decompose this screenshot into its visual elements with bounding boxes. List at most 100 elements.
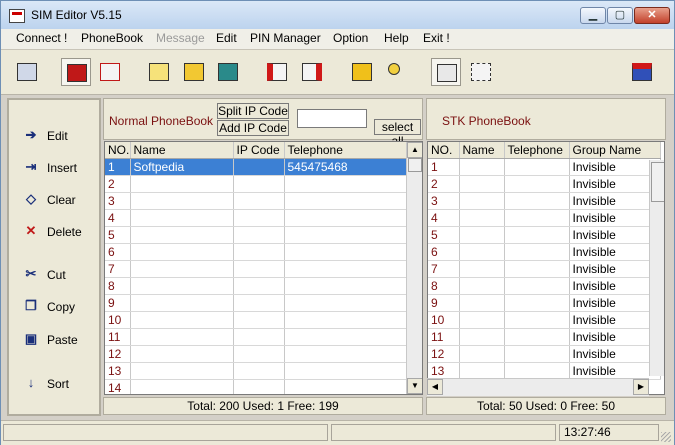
stk-cell[interactable] bbox=[504, 243, 570, 261]
stk-cell[interactable] bbox=[459, 209, 505, 227]
stk-cell[interactable]: 3 bbox=[428, 192, 460, 210]
menu-connect[interactable]: Connect ! bbox=[16, 31, 67, 45]
stk-cell[interactable]: Invisible bbox=[569, 226, 661, 244]
stk-cell[interactable]: 10 bbox=[428, 311, 460, 329]
col-header-no[interactable]: NO. bbox=[105, 142, 131, 159]
scroll-right-button[interactable]: ▶ bbox=[633, 379, 649, 395]
normal-cell[interactable]: 4 bbox=[105, 209, 131, 227]
delete-button[interactable]: ✕ Delete bbox=[23, 220, 95, 242]
normal-vertical-scrollbar[interactable]: ▲ ▼ bbox=[406, 142, 422, 394]
insert-button[interactable]: ⇥ Insert bbox=[23, 156, 95, 178]
stk-row[interactable]: 6 Invisible bbox=[428, 243, 661, 261]
stk-cell[interactable]: 5 bbox=[428, 226, 460, 244]
toolbar-sync-button[interactable] bbox=[466, 58, 496, 86]
stk-row[interactable]: 12 Invisible bbox=[428, 345, 661, 363]
stk-cell[interactable] bbox=[459, 311, 505, 329]
normal-cell[interactable]: 7 bbox=[105, 260, 131, 278]
cut-button[interactable]: ✂ Cut bbox=[23, 263, 95, 285]
stk-cell[interactable]: 12 bbox=[428, 345, 460, 363]
minimize-button[interactable]: ▁ bbox=[580, 7, 606, 24]
stk-cell[interactable]: 6 bbox=[428, 243, 460, 261]
normal-cell[interactable] bbox=[233, 209, 285, 227]
stk-row[interactable]: 4 Invisible bbox=[428, 209, 661, 227]
stk-horizontal-scrollbar[interactable]: ◀ ▶ bbox=[427, 378, 649, 396]
normal-row[interactable]: 3 bbox=[105, 192, 408, 210]
sort-button[interactable]: ↓ Sort bbox=[23, 372, 95, 394]
normal-row[interactable]: 8 bbox=[105, 277, 408, 295]
normal-row[interactable]: 14 bbox=[105, 379, 408, 394]
menu-exit[interactable]: Exit ! bbox=[423, 31, 450, 45]
stk-col-header-group[interactable]: Group Name bbox=[569, 142, 661, 159]
stk-row[interactable]: 8 Invisible bbox=[428, 277, 661, 295]
stk-cell[interactable]: 1 bbox=[428, 158, 460, 176]
normal-cell[interactable] bbox=[130, 362, 234, 380]
normal-cell[interactable] bbox=[130, 226, 234, 244]
stk-row[interactable]: 7 Invisible bbox=[428, 260, 661, 278]
stk-cell[interactable]: Invisible bbox=[569, 209, 661, 227]
select-all-button[interactable]: select all bbox=[374, 119, 421, 148]
menu-help[interactable]: Help bbox=[384, 31, 409, 45]
normal-cell[interactable] bbox=[130, 328, 234, 346]
stk-cell[interactable]: Invisible bbox=[569, 192, 661, 210]
stk-cell[interactable] bbox=[504, 209, 570, 227]
stk-cell[interactable]: 8 bbox=[428, 277, 460, 295]
menu-edit[interactable]: Edit bbox=[216, 31, 237, 45]
normal-cell[interactable] bbox=[130, 294, 234, 312]
normal-row[interactable]: 1 Softpedia 545475468 bbox=[105, 158, 408, 176]
normal-cell[interactable] bbox=[130, 192, 234, 210]
normal-cell[interactable]: 8 bbox=[105, 277, 131, 295]
normal-row[interactable]: 2 bbox=[105, 175, 408, 193]
normal-cell[interactable] bbox=[284, 277, 408, 295]
normal-cell[interactable] bbox=[233, 226, 285, 244]
normal-cell[interactable]: 14 bbox=[105, 379, 131, 394]
toolbar-key-button[interactable] bbox=[383, 58, 413, 86]
normal-cell[interactable] bbox=[233, 328, 285, 346]
stk-vertical-scrollbar[interactable] bbox=[649, 160, 664, 376]
normal-cell[interactable]: 10 bbox=[105, 311, 131, 329]
normal-cell[interactable]: 6 bbox=[105, 243, 131, 261]
stk-cell[interactable] bbox=[504, 175, 570, 193]
normal-cell[interactable] bbox=[284, 294, 408, 312]
normal-cell[interactable]: 545475468 bbox=[284, 158, 408, 176]
stk-cell[interactable] bbox=[459, 277, 505, 295]
normal-cell[interactable] bbox=[130, 277, 234, 295]
stk-cell[interactable] bbox=[459, 175, 505, 193]
stk-cell[interactable] bbox=[504, 277, 570, 295]
scroll-up-button[interactable]: ▲ bbox=[407, 142, 422, 158]
col-header-telephone[interactable]: Telephone bbox=[284, 142, 408, 159]
normal-row[interactable]: 6 bbox=[105, 243, 408, 261]
toolbar-import-button[interactable] bbox=[262, 58, 292, 86]
stk-cell[interactable]: Invisible bbox=[569, 175, 661, 193]
stk-row[interactable]: 2 Invisible bbox=[428, 175, 661, 193]
normal-cell[interactable] bbox=[284, 175, 408, 193]
normal-row[interactable]: 12 bbox=[105, 345, 408, 363]
split-ip-code-button[interactable]: Split IP Code bbox=[217, 103, 289, 119]
stk-cell[interactable] bbox=[504, 260, 570, 278]
clear-button[interactable]: ◇ Clear bbox=[23, 188, 95, 210]
copy-button[interactable]: ❐ Copy bbox=[23, 295, 95, 317]
stk-cell[interactable] bbox=[459, 328, 505, 346]
stk-cell[interactable] bbox=[504, 328, 570, 346]
stk-cell[interactable]: Invisible bbox=[569, 362, 661, 380]
normal-cell[interactable] bbox=[130, 243, 234, 261]
normal-cell[interactable] bbox=[284, 345, 408, 363]
stk-cell[interactable]: Invisible bbox=[569, 294, 661, 312]
normal-cell[interactable] bbox=[130, 379, 234, 394]
normal-row[interactable]: 9 bbox=[105, 294, 408, 312]
stk-cell[interactable]: 13 bbox=[428, 362, 460, 380]
normal-cell[interactable] bbox=[130, 209, 234, 227]
normal-cell[interactable]: 11 bbox=[105, 328, 131, 346]
stk-cell[interactable]: Invisible bbox=[569, 328, 661, 346]
toolbar-export-button[interactable] bbox=[297, 58, 327, 86]
normal-cell[interactable] bbox=[233, 294, 285, 312]
stk-cell[interactable]: Invisible bbox=[569, 311, 661, 329]
stk-cell[interactable] bbox=[504, 294, 570, 312]
stk-cell[interactable]: 11 bbox=[428, 328, 460, 346]
stk-cell[interactable] bbox=[459, 192, 505, 210]
normal-cell[interactable] bbox=[233, 260, 285, 278]
normal-cell[interactable] bbox=[284, 328, 408, 346]
normal-cell[interactable] bbox=[284, 209, 408, 227]
stk-row[interactable]: 11 Invisible bbox=[428, 328, 661, 346]
toolbar-save-button[interactable] bbox=[213, 58, 243, 86]
stk-cell[interactable] bbox=[504, 345, 570, 363]
